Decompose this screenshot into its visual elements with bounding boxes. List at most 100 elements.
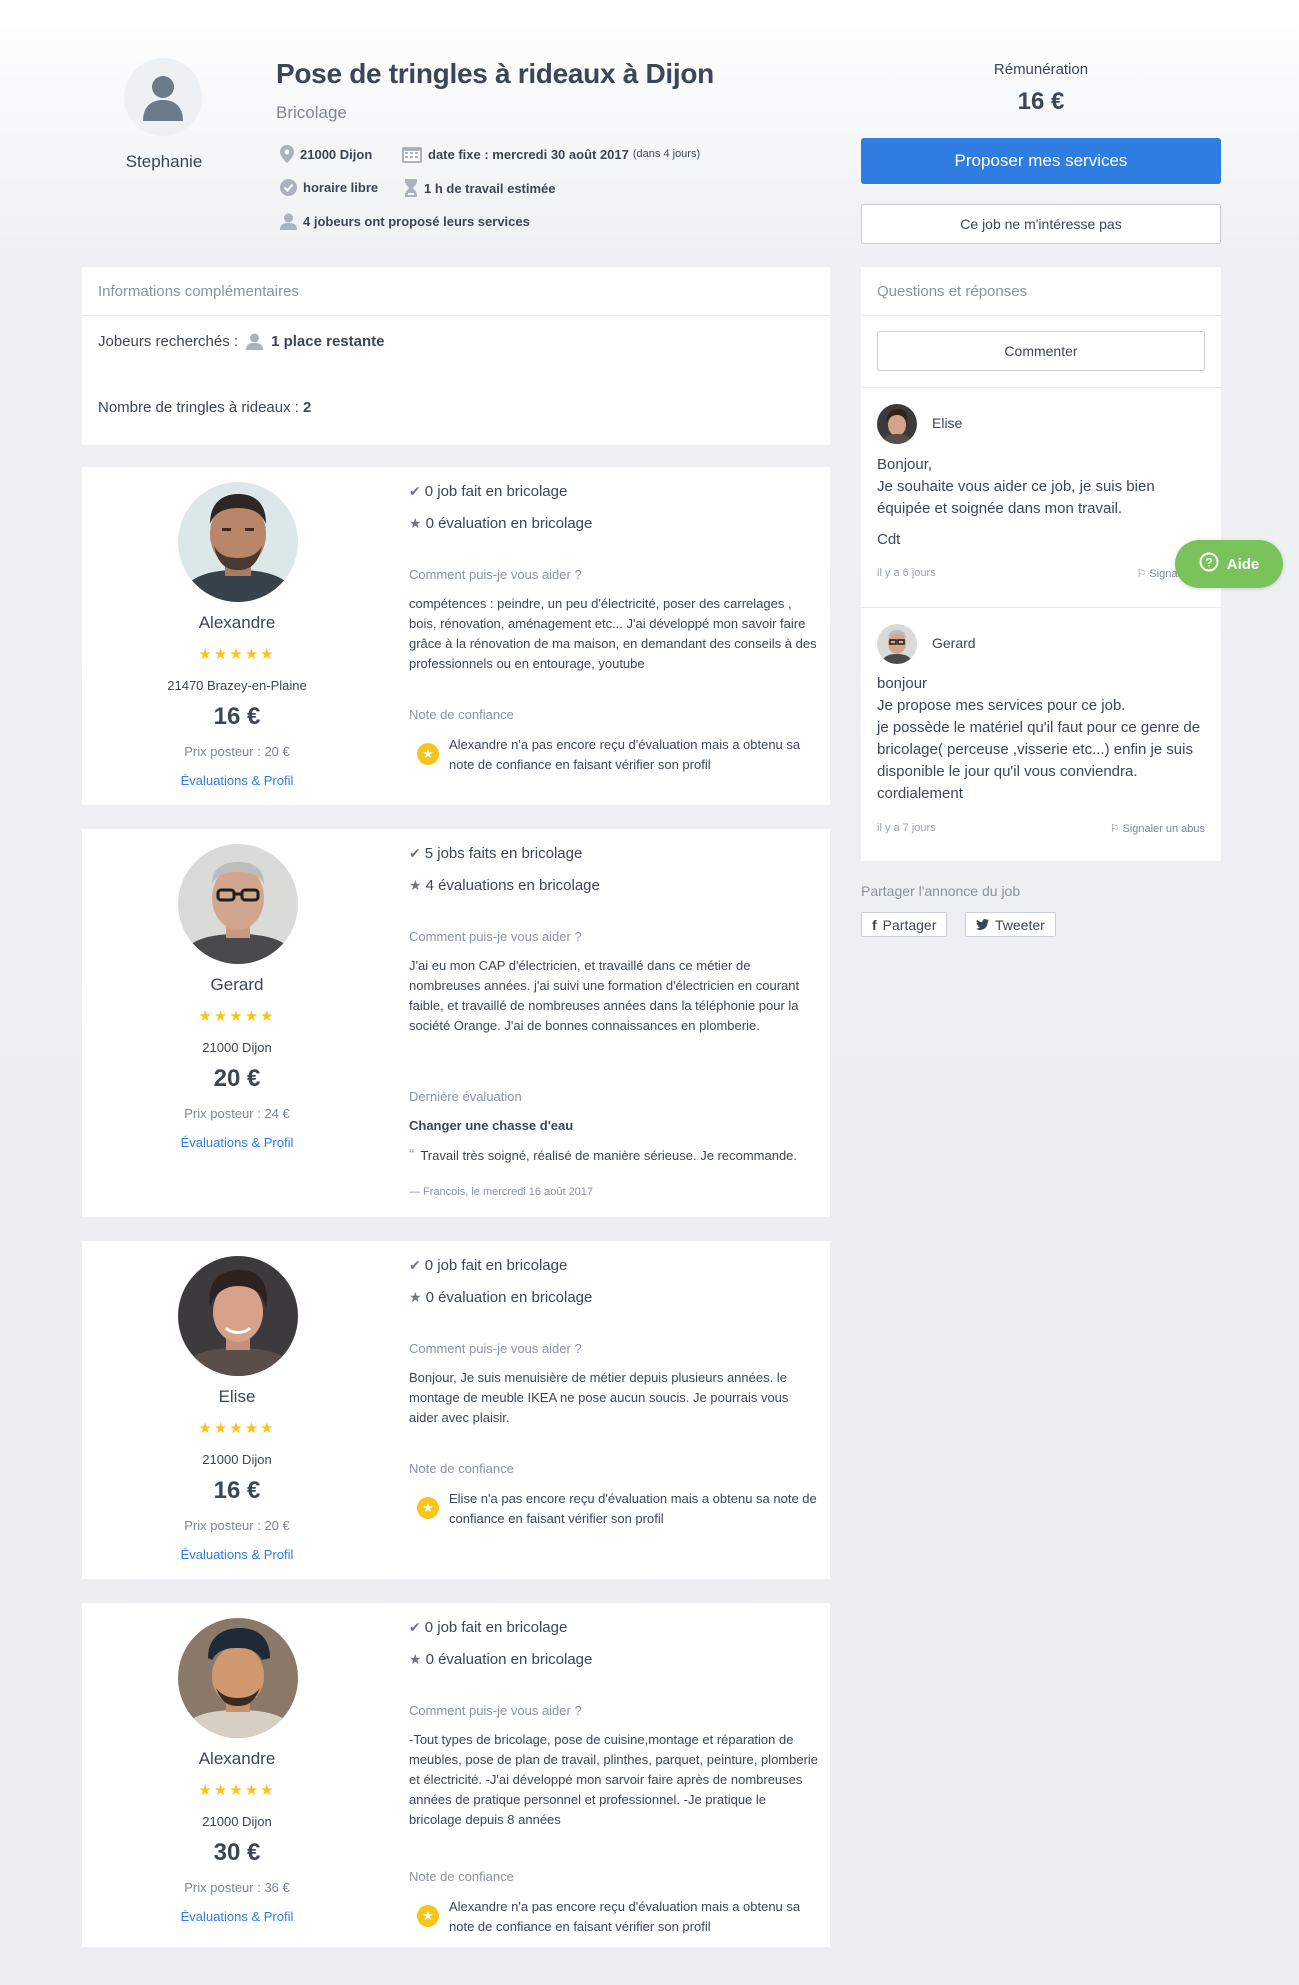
avatar[interactable] (877, 404, 917, 444)
poster-price: Prix posteur : 20 € (184, 1518, 290, 1533)
job-schedule: horaire libre (280, 179, 378, 196)
report-abuse-link[interactable]: ⚐ Signaler un abus (1109, 822, 1205, 836)
twitter-icon (976, 917, 989, 933)
jobber-price: 16 € (213, 1477, 261, 1504)
profile-link[interactable]: Évaluations & Profil (82, 1547, 392, 1562)
jobber-name: Alexandre (198, 1749, 276, 1768)
hourglass-icon (404, 179, 418, 197)
jobber-city: 21000 Dijon (202, 1040, 272, 1055)
jobs-done: ✔ 0 job fait en bricolage (409, 1257, 568, 1274)
trust-note: ★ Alexandre n'a pas encore reçu d'évalua… (409, 1897, 819, 1937)
rating-stars-icon: ★★★★★ (198, 1420, 276, 1437)
calendar-icon (402, 145, 422, 163)
propose-services-button[interactable]: Proposer mes services (861, 138, 1221, 184)
jobber-avatar[interactable] (178, 1256, 298, 1376)
help-text: compétences : peindre, un peu d'électric… (409, 596, 817, 671)
help-label: Comment puis-je vous aider ? (409, 1703, 582, 1718)
help-text: Bonjour, Je suis menuisière de métier de… (409, 1370, 789, 1425)
jobber-avatar[interactable] (178, 482, 298, 602)
star-icon: ★ (409, 515, 422, 531)
trust-star-icon: ★ (417, 1905, 439, 1927)
divider (861, 387, 1221, 388)
profile-link[interactable]: Évaluations & Profil (82, 773, 392, 788)
profile-link[interactable]: Évaluations & Profil (82, 1909, 392, 1924)
star-icon: ★ (409, 1651, 422, 1667)
trust-star-icon: ★ (417, 743, 439, 765)
check-icon: ✔ (409, 1619, 421, 1635)
facebook-icon: f (872, 916, 877, 933)
jobber-name: Alexandre (198, 613, 276, 632)
jobber-name: Gerard (210, 975, 264, 994)
comment-time: il y a 7 jours (877, 822, 936, 834)
comment-text: Bonjour, Je souhaite vous aider ce job, … (877, 456, 1155, 548)
user-icon (280, 213, 297, 230)
avatar[interactable] (877, 624, 917, 664)
page-title: Pose de tringles à rideaux à Dijon (276, 58, 714, 89)
jobbers-needed: Jobeurs recherchés : 1 place restante (98, 333, 385, 350)
last-evaluation-quote: “ Travail très soigné, réalisé de manièr… (409, 1147, 798, 1164)
user-icon (246, 333, 264, 350)
profile-link[interactable]: Évaluations & Profil (82, 1135, 392, 1150)
trust-note: ★ Alexandre n'a pas encore reçu d'évalua… (409, 735, 819, 775)
last-evaluation-label: Dernière évaluation (409, 1089, 522, 1104)
help-label: Comment puis-je vous aider ? (409, 929, 582, 944)
check-icon: ✔ (409, 483, 421, 499)
trust-label: Note de confiance (409, 707, 514, 722)
map-pin-icon (280, 145, 294, 163)
star-icon: ★ (409, 1289, 422, 1305)
twitter-share-button[interactable]: Tweeter (965, 912, 1056, 937)
jobber-avatar[interactable] (178, 844, 298, 964)
last-evaluation-title: Changer une chasse d'eau (409, 1118, 574, 1133)
rating-stars-icon: ★★★★★ (198, 1782, 276, 1799)
jobs-done: ✔ 0 job fait en bricolage (409, 1619, 568, 1636)
poster-name: Stephanie (125, 152, 203, 171)
questions-header: Questions et réponses (861, 267, 1221, 316)
info-card: Informations complémentaires Jobeurs rec… (82, 267, 830, 445)
help-button[interactable]: ? Aide (1175, 540, 1283, 588)
evaluations-count: ★ 0 évaluation en bricolage (409, 1289, 593, 1306)
jobber-price: 16 € (213, 703, 261, 730)
curtain-rod-count: Nombre de tringles à rideaux : 2 (98, 399, 312, 416)
trust-star-icon: ★ (417, 1497, 439, 1519)
poster-price: Prix posteur : 24 € (184, 1106, 290, 1121)
poster-price: Prix posteur : 36 € (184, 1880, 290, 1895)
info-card-header: Informations complémentaires (82, 267, 830, 316)
svg-text:?: ? (1205, 556, 1212, 570)
help-text: -Tout types de bricolage, pose de cuisin… (409, 1732, 819, 1827)
job-category: Bricolage (276, 103, 347, 122)
job-offers: 4 jobeurs ont proposé leurs services (280, 213, 530, 230)
jobber-city: 21000 Dijon (202, 1814, 272, 1829)
jobber-avatar[interactable] (178, 1618, 298, 1738)
remuneration-label: Rémunération (993, 61, 1089, 78)
questions-card: Questions et réponses Commenter Elise Bo… (861, 267, 1221, 861)
share-label: Partager l'annonce du job (861, 883, 1021, 899)
check-icon: ✔ (409, 1257, 421, 1273)
flag-icon: ⚐ (1109, 823, 1120, 835)
facebook-share-button[interactable]: f Partager (861, 912, 948, 937)
help-text: J'ai eu mon CAP d'électricien, et travai… (409, 958, 800, 1033)
jobber-card: Alexandre ★★★★★ 21470 Brazey-en-Plaine 1… (82, 467, 830, 805)
comment-author: Gerard (932, 635, 976, 651)
job-date: date fixe : mercredi 30 août 2017 (dans … (402, 145, 700, 163)
poster-price: Prix posteur : 20 € (184, 744, 290, 759)
evaluations-count: ★ 0 évaluation en bricolage (409, 515, 593, 532)
question-icon: ? (1199, 552, 1219, 576)
check-circle-icon (280, 179, 297, 196)
trust-note: ★ Elise n'a pas encore reçu d'évaluation… (409, 1489, 819, 1529)
jobber-price: 30 € (213, 1839, 261, 1866)
jobber-card: Gerard ★★★★★ 21000 Dijon 20 € Prix poste… (82, 829, 830, 1217)
help-label: Comment puis-je vous aider ? (409, 567, 582, 582)
star-icon: ★ (409, 877, 422, 893)
job-location: 21000 Dijon (280, 145, 372, 163)
rating-stars-icon: ★★★★★ (198, 646, 276, 663)
evaluations-count: ★ 0 évaluation en bricolage (409, 1651, 593, 1668)
poster-avatar (124, 58, 202, 136)
jobs-done: ✔ 0 job fait en bricolage (409, 483, 568, 500)
not-interested-button[interactable]: Ce job ne m'intéresse pas (861, 204, 1221, 244)
comment-button[interactable]: Commenter (877, 331, 1205, 371)
evaluations-count: ★ 4 évaluations en bricolage (409, 877, 600, 894)
trust-label: Note de confiance (409, 1869, 514, 1884)
quote-icon: “ (409, 1147, 415, 1164)
rating-stars-icon: ★★★★★ (198, 1008, 276, 1025)
user-icon (143, 76, 183, 121)
